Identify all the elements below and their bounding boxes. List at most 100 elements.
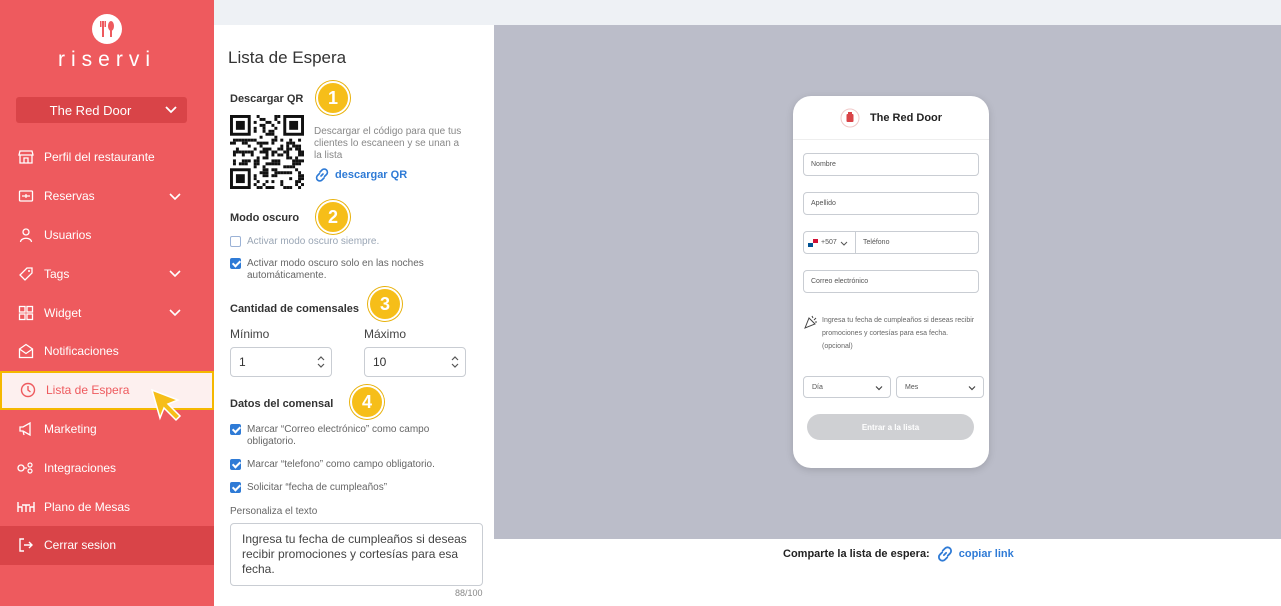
- country-code-value: +507: [821, 239, 837, 246]
- qr-module: [262, 150, 266, 154]
- qr-module: [295, 162, 299, 166]
- dark-mode-always-checkbox[interactable]: [230, 236, 241, 247]
- qr-module: [247, 159, 251, 163]
- sidebar-item-integraciones[interactable]: Integraciones: [0, 448, 214, 487]
- min-guests-input[interactable]: 1: [230, 347, 332, 377]
- stepper-arrows-icon[interactable]: [451, 355, 459, 369]
- birthday-option[interactable]: Solicitar “fecha de cumpleaños”: [230, 482, 480, 494]
- sidebar-item-tags[interactable]: Tags: [0, 254, 214, 293]
- qr-module: [274, 168, 278, 172]
- sidebar-item-plano-de-mesas[interactable]: Plano de Mesas: [0, 487, 214, 526]
- qr-module: [292, 159, 296, 163]
- qr-module: [271, 123, 275, 127]
- country-code-select[interactable]: +507: [804, 232, 856, 253]
- max-guests-input[interactable]: 10: [364, 347, 466, 377]
- link-icon: [315, 168, 329, 182]
- sidebar-item-perfil[interactable]: Perfil del restaurante: [0, 138, 214, 177]
- qr-module: [241, 162, 245, 166]
- custom-text-area[interactable]: Ingresa tu fecha de cumpleaños si deseas…: [230, 523, 483, 586]
- guest-data-section-title: Datos del comensal: [230, 398, 334, 410]
- dark-mode-nights-checkbox[interactable]: [230, 258, 241, 269]
- chevron-down-icon[interactable]: [168, 305, 182, 319]
- month-select[interactable]: Mes: [896, 376, 984, 398]
- chevron-down-icon[interactable]: [168, 266, 182, 280]
- qr-module: [298, 162, 302, 166]
- join-list-button[interactable]: Entrar a la lista: [807, 414, 974, 440]
- download-qr-label: descargar QR: [335, 169, 408, 181]
- qr-module: [289, 156, 293, 160]
- first-name-input[interactable]: Nombre: [803, 153, 979, 176]
- calendar-icon: [16, 186, 36, 206]
- day-select[interactable]: Día: [803, 376, 891, 398]
- qr-module: [295, 159, 299, 163]
- qr-module: [286, 186, 290, 189]
- qr-module: [262, 129, 266, 133]
- qr-module: [244, 141, 248, 145]
- qr-module: [259, 171, 263, 175]
- qr-module: [259, 186, 263, 189]
- brand-logo[interactable]: riservi: [0, 14, 214, 72]
- chevron-down-icon: [840, 241, 848, 246]
- qr-module: [232, 159, 236, 163]
- qr-module: [286, 153, 290, 157]
- download-qr-link[interactable]: descargar QR: [314, 167, 407, 183]
- qr-module: [232, 162, 236, 166]
- email-required-option[interactable]: Marcar “Correo electrónico” como campo o…: [230, 424, 460, 448]
- qr-module: [271, 141, 275, 145]
- email-required-label: Marcar “Correo electrónico” como campo o…: [247, 424, 430, 447]
- sidebar-item-notificaciones[interactable]: Notificaciones: [0, 332, 214, 371]
- qr-module: [241, 153, 245, 157]
- qr-module: [265, 174, 269, 178]
- qr-module: [283, 150, 287, 154]
- sidebar-item-label: Marketing: [44, 421, 97, 436]
- qr-module: [253, 177, 257, 181]
- preview-restaurant-name: The Red Door: [869, 111, 943, 124]
- qr-module: [298, 180, 302, 184]
- birthday-info-text: Ingresa tu fecha de cumpleaños si deseas…: [822, 317, 975, 350]
- qr-module: [253, 183, 257, 187]
- qr-module: [262, 165, 266, 169]
- qr-module: [301, 150, 304, 154]
- phone-required-checkbox[interactable]: [230, 459, 241, 470]
- email-input[interactable]: Correo electrónico: [803, 270, 979, 293]
- copy-link-button[interactable]: copiar link: [936, 545, 1014, 563]
- stepper-arrows-icon[interactable]: [317, 355, 325, 369]
- phone-input[interactable]: +507 Teléfono: [803, 231, 979, 254]
- birthday-checkbox[interactable]: [230, 482, 241, 493]
- qr-code-image[interactable]: [230, 115, 304, 189]
- qr-module: [265, 162, 269, 166]
- qr-module: [298, 147, 302, 151]
- qr-module: [253, 129, 257, 133]
- qr-module: [280, 144, 284, 148]
- qr-module: [265, 147, 269, 151]
- qr-module: [259, 144, 263, 148]
- qr-module: [253, 138, 257, 142]
- last-name-input[interactable]: Apellido: [803, 192, 979, 215]
- sidebar-item-cerrar-sesion[interactable]: Cerrar sesion: [0, 525, 214, 565]
- restaurant-select[interactable]: The Red Door: [16, 97, 187, 123]
- max-guests-value: 10: [373, 355, 387, 369]
- qr-module: [268, 120, 272, 124]
- qr-module: [268, 186, 272, 189]
- phone-required-option[interactable]: Marcar “telefono” como campo obligatorio…: [230, 459, 480, 471]
- restaurant-logo-icon: [840, 108, 860, 128]
- qr-module: [241, 141, 245, 145]
- share-bar: Comparte la lista de espera: copiar link: [783, 545, 1014, 563]
- sidebar-item-widget[interactable]: Widget: [0, 293, 214, 332]
- dark-mode-always-option[interactable]: Activar modo oscuro siempre.: [230, 236, 480, 248]
- sidebar-item-reservas[interactable]: Reservas: [0, 177, 214, 216]
- sidebar-item-label: Perfil del restaurante: [44, 150, 155, 165]
- link-icon: [937, 546, 952, 562]
- qr-module: [298, 171, 302, 175]
- sidebar-item-usuarios[interactable]: Usuarios: [0, 216, 214, 255]
- dark-mode-nights-option[interactable]: Activar modo oscuro solo en las noches a…: [230, 258, 460, 282]
- qr-module: [271, 153, 275, 157]
- chevron-down-icon[interactable]: [168, 189, 182, 203]
- qr-module: [286, 165, 290, 169]
- qr-module: [268, 147, 272, 151]
- chevron-down-icon: [968, 386, 976, 391]
- qr-module: [262, 141, 266, 145]
- qr-module: [274, 135, 278, 139]
- email-required-checkbox[interactable]: [230, 424, 241, 435]
- widget-grid-icon: [16, 303, 36, 323]
